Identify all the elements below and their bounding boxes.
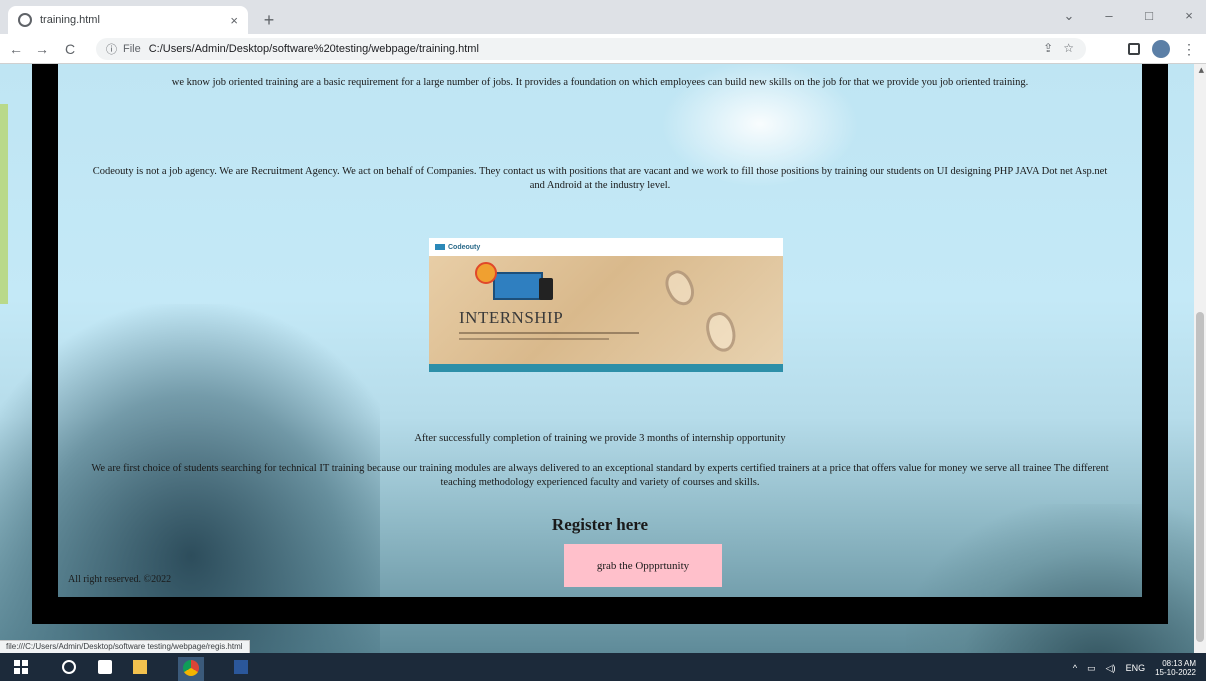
background-grass: [0, 104, 8, 304]
forward-button[interactable]: →: [32, 39, 52, 59]
monitor-icon: [493, 272, 543, 300]
footprint-icon: [660, 266, 700, 310]
clock-time: 08:13 AM: [1162, 659, 1196, 668]
first-choice-paragraph: We are first choice of students searchin…: [91, 463, 1109, 488]
tray-arrow-icon[interactable]: ^: [1073, 663, 1077, 673]
training-intro-paragraph: we know job oriented training are a basi…: [171, 77, 1029, 88]
info-icon[interactable]: ⓘ: [106, 41, 117, 57]
page-scrollbar[interactable]: ▲: [1194, 64, 1206, 653]
address-prefix: File: [123, 43, 141, 55]
address-url[interactable]: C:/Users/Admin/Desktop/software%20testin…: [149, 43, 479, 55]
system-tray: ^ ▭ ◁) ENG 08:13 AM 15-10-2022: [1073, 659, 1196, 677]
reload-button[interactable]: C: [60, 39, 80, 59]
clock-date: 15-10-2022: [1155, 668, 1196, 677]
browser-tabstrip: training.html × + ⌄ – □ ×: [0, 0, 1206, 34]
browser-toolbar: ← → C ⓘ File C:/Users/Admin/Desktop/soft…: [0, 34, 1206, 64]
back-button[interactable]: ←: [6, 39, 26, 59]
tab-search-icon[interactable]: ⌄: [1062, 8, 1076, 24]
profile-avatar[interactable]: [1152, 40, 1170, 58]
scrollbar-thumb[interactable]: [1196, 312, 1204, 642]
browser-menu-icon[interactable]: ⋮: [1182, 41, 1196, 58]
minimize-button[interactable]: –: [1102, 8, 1116, 24]
banner-subtitle-line-2: [459, 338, 609, 340]
tab-close-icon[interactable]: ×: [230, 13, 238, 28]
windows-taskbar: ^ ▭ ◁) ENG 08:13 AM 15-10-2022: [0, 653, 1206, 681]
page-frame-right: [1142, 64, 1168, 624]
file-explorer-icon[interactable]: [133, 660, 147, 674]
address-bar[interactable]: ⓘ File C:/Users/Admin/Desktop/software%2…: [96, 38, 1086, 60]
tab-training[interactable]: training.html ×: [8, 6, 248, 34]
toolbar-right: ⋮: [1128, 40, 1196, 58]
page-viewport: we know job oriented training are a basi…: [0, 64, 1206, 653]
banner-footer-bar: [429, 364, 783, 372]
tab-title: training.html: [40, 14, 100, 26]
internship-paragraph: After successfully completion of trainin…: [414, 433, 786, 444]
chrome-logo-icon: [183, 660, 199, 676]
word-icon[interactable]: [234, 660, 248, 674]
footprint-icon: [702, 309, 740, 355]
banner-title: INTERNSHIP: [459, 308, 564, 327]
chrome-taskbar-icon[interactable]: [178, 657, 204, 681]
banner-subtitle-line: [459, 332, 639, 334]
copyright-text: All right reserved. ©2022: [68, 574, 172, 585]
maximize-button[interactable]: □: [1142, 8, 1156, 24]
page-frame-bottom: [32, 597, 1168, 624]
language-indicator[interactable]: ENG: [1126, 663, 1146, 673]
close-window-button[interactable]: ×: [1182, 8, 1196, 24]
store-icon[interactable]: [98, 660, 112, 674]
volume-icon[interactable]: ◁): [1106, 663, 1116, 674]
banner-logo: Codeouty: [435, 244, 480, 251]
internship-banner-image: Codeouty INTERNSHIP: [429, 238, 783, 372]
bookmark-star-icon[interactable]: ☆: [1063, 41, 1074, 55]
page-content: we know job oriented training are a basi…: [58, 64, 1142, 597]
page-frame-left: [32, 64, 58, 624]
taskbar-clock[interactable]: 08:13 AM 15-10-2022: [1155, 659, 1196, 677]
phone-icon: [539, 278, 553, 300]
side-panel-icon[interactable]: [1128, 43, 1140, 55]
scroll-up-icon[interactable]: ▲: [1199, 66, 1204, 74]
globe-icon: [18, 13, 32, 27]
register-heading: Register here: [551, 515, 649, 534]
battery-icon[interactable]: ▭: [1087, 663, 1096, 674]
lightbulb-icon: [475, 262, 497, 284]
windows-start-icon[interactable]: [14, 660, 28, 674]
taskbar-search-icon[interactable]: [62, 660, 76, 674]
status-bar-url: file:///C:/Users/Admin/Desktop/software …: [0, 640, 250, 654]
share-icon[interactable]: ⇪: [1043, 41, 1053, 55]
banner-header: Codeouty: [429, 242, 783, 256]
banner-logo-text: Codeouty: [448, 244, 481, 251]
window-controls: ⌄ – □ ×: [1062, 8, 1196, 24]
new-tab-button[interactable]: +: [258, 9, 280, 31]
agency-paragraph: Codeouty is not a job agency. We are Rec…: [92, 166, 1108, 191]
logo-mark-icon: [435, 244, 445, 251]
address-actions: ⇪ ☆: [1043, 41, 1074, 55]
devices-illustration: [475, 262, 555, 302]
grab-opportunity-button[interactable]: grab the Oppprtunity: [564, 544, 722, 587]
